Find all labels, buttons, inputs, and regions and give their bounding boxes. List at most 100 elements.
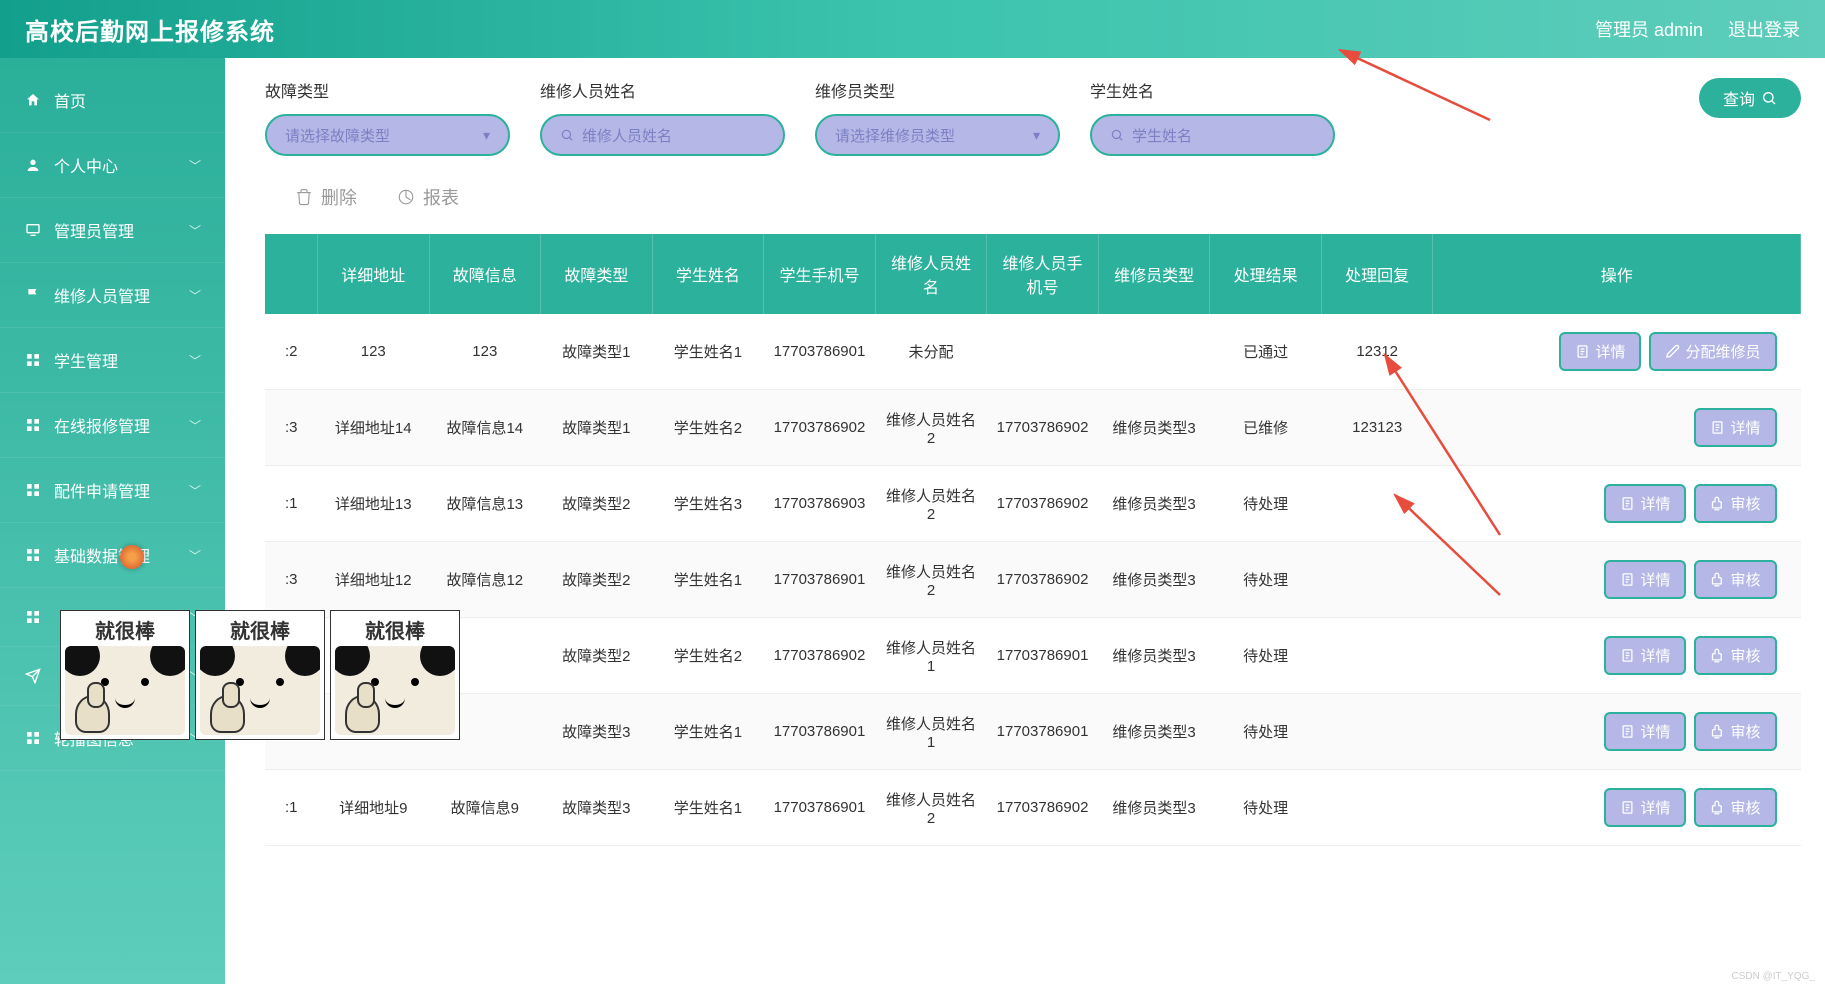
table-cell: 故障类型2	[541, 466, 653, 542]
table-cell	[987, 314, 1099, 390]
table-cell: 学生姓名3	[652, 466, 764, 542]
detail-button[interactable]: 详情	[1604, 712, 1686, 751]
chevron-down-icon: ﹀	[189, 417, 201, 434]
table-cell: 详细地址12	[317, 542, 429, 618]
table-cell: 12312	[1321, 314, 1433, 390]
table-cell: 123	[429, 314, 541, 390]
sidebar-item-0[interactable]: 首页	[0, 68, 225, 133]
chevron-down-icon: ﹀	[189, 287, 201, 304]
sticker: 就很棒	[60, 610, 190, 740]
table-row: :2123123故障类型1学生姓名117703786901未分配已通过12312…	[265, 314, 1801, 390]
nav-label: 学生管理	[54, 348, 118, 372]
sidebar-item-5[interactable]: 在线报修管理﹀	[0, 393, 225, 458]
user-label[interactable]: 管理员 admin	[1595, 16, 1703, 42]
table-cell: 待处理	[1210, 542, 1322, 618]
table-cell-ops: 详情审核	[1433, 694, 1801, 770]
table-cell	[1321, 466, 1433, 542]
detail-button[interactable]: 详情	[1604, 636, 1686, 675]
table-cell: 故障类型3	[541, 694, 653, 770]
table-cell: 123123	[1321, 390, 1433, 466]
table-row: :1详细地址9故障信息9故障类型3学生姓名117703786901维修人员姓名2…	[265, 770, 1801, 846]
screen-icon	[24, 221, 42, 239]
table-cell: :1	[265, 466, 317, 542]
table-cell: 维修人员姓名2	[875, 770, 987, 846]
sidebar-item-4[interactable]: 学生管理﹀	[0, 328, 225, 393]
table-cell: 待处理	[1210, 694, 1322, 770]
table-cell: 17703786901	[764, 314, 876, 390]
audit-button[interactable]: 审核	[1694, 788, 1776, 827]
data-table-container[interactable]: 详细地址故障信息故障类型学生姓名学生手机号维修人员姓名维修人员手机号维修员类型处…	[265, 234, 1801, 984]
chevron-down-icon: ﹀	[189, 222, 201, 239]
toolbar: 删除 报表	[265, 176, 1801, 234]
grid-icon	[24, 416, 42, 434]
detail-button[interactable]: 详情	[1559, 332, 1641, 371]
audit-button[interactable]: 审核	[1694, 484, 1776, 523]
flag-icon	[24, 286, 42, 304]
send-icon	[24, 667, 42, 685]
table-cell: 学生姓名1	[652, 770, 764, 846]
table-cell	[1321, 770, 1433, 846]
table-header: 学生姓名	[652, 234, 764, 314]
user-icon	[24, 156, 42, 174]
table-header: 学生手机号	[764, 234, 876, 314]
table-row: :1详细地址13故障信息13故障类型2学生姓名317703786903维修人员姓…	[265, 466, 1801, 542]
search-icon	[1110, 128, 1124, 142]
delete-button[interactable]: 删除	[295, 184, 357, 210]
table-cell: 17703786902	[764, 618, 876, 694]
detail-button[interactable]: 详情	[1694, 408, 1776, 447]
watermark: CSDN @IT_YQG_	[1731, 971, 1815, 982]
grid-icon	[24, 481, 42, 499]
sidebar-item-2[interactable]: 管理员管理﹀	[0, 198, 225, 263]
sidebar-item-3[interactable]: 维修人员管理﹀	[0, 263, 225, 328]
sidebar-item-1[interactable]: 个人中心﹀	[0, 133, 225, 198]
search-icon	[560, 128, 574, 142]
detail-button[interactable]: 详情	[1604, 560, 1686, 599]
table-cell: 故障类型1	[541, 390, 653, 466]
assign-button[interactable]: 分配维修员	[1649, 332, 1776, 371]
query-button[interactable]: 查询	[1699, 78, 1801, 118]
report-button[interactable]: 报表	[397, 184, 459, 210]
table-row: 故障类型3学生姓名117703786901维修人员姓名117703786901维…	[265, 694, 1801, 770]
search-icon	[1761, 90, 1777, 106]
table-cell	[1321, 694, 1433, 770]
detail-button[interactable]: 详情	[1604, 788, 1686, 827]
table-cell: 维修人员姓名1	[875, 618, 987, 694]
filter-select-fault-type[interactable]: 请选择故障类型	[265, 114, 510, 156]
table-cell: 已维修	[1210, 390, 1322, 466]
table-cell: 17703786903	[764, 466, 876, 542]
table-cell: 维修员类型3	[1098, 390, 1210, 466]
table-header: 维修员类型	[1098, 234, 1210, 314]
sidebar-item-7[interactable]: 基础数据管理﹀	[0, 523, 225, 588]
table-header	[265, 234, 317, 314]
filter-select-repair-type[interactable]: 请选择维修员类型	[815, 114, 1060, 156]
table-header: 操作	[1433, 234, 1801, 314]
audit-button[interactable]: 审核	[1694, 712, 1776, 751]
table-cell: 17703786901	[764, 694, 876, 770]
table-cell: 学生姓名1	[652, 694, 764, 770]
logout-link[interactable]: 退出登录	[1728, 16, 1800, 42]
table-cell: 维修员类型3	[1098, 694, 1210, 770]
table-cell: 维修人员姓名1	[875, 694, 987, 770]
table-cell: 故障信息13	[429, 466, 541, 542]
table-row: :3详细地址14故障信息14故障类型1学生姓名217703786902维修人员姓…	[265, 390, 1801, 466]
table-row: :3详细地址12故障信息12故障类型2学生姓名117703786901维修人员姓…	[265, 542, 1801, 618]
table-cell: 故障信息14	[429, 390, 541, 466]
audit-button[interactable]: 审核	[1694, 560, 1776, 599]
table-cell: 未分配	[875, 314, 987, 390]
filter-input-repair-name[interactable]: 维修人员姓名	[540, 114, 785, 156]
table-cell: 学生姓名2	[652, 390, 764, 466]
audit-button[interactable]: 审核	[1694, 636, 1776, 675]
detail-button[interactable]: 详情	[1604, 484, 1686, 523]
app-header: 高校后勤网上报修系统 管理员 admin 退出登录	[0, 0, 1825, 58]
table-cell: 17703786902	[987, 770, 1099, 846]
home-icon	[24, 91, 42, 109]
filter-label-fault-type: 故障类型	[265, 78, 510, 102]
table-cell: 故障类型2	[541, 542, 653, 618]
sidebar-item-6[interactable]: 配件申请管理﹀	[0, 458, 225, 523]
table-cell: 学生姓名1	[652, 314, 764, 390]
table-cell: 17703786901	[764, 770, 876, 846]
grid-icon	[24, 546, 42, 564]
chevron-down-icon: ﹀	[189, 157, 201, 174]
table-cell: :3	[265, 542, 317, 618]
filter-input-student-name[interactable]: 学生姓名	[1090, 114, 1335, 156]
